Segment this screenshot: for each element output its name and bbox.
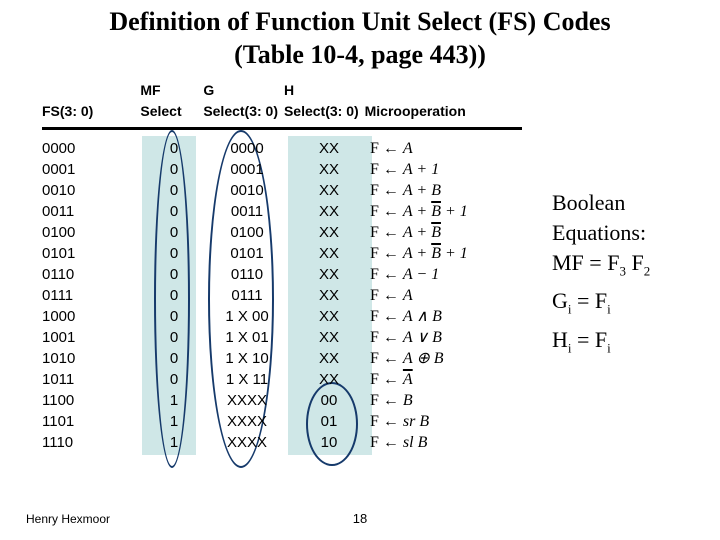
table-row: 11101XXXX10F←sl B: [42, 432, 710, 453]
microop: F←A ∨ B: [370, 327, 540, 348]
footer-page-number: 18: [0, 511, 720, 526]
microop: F←A: [370, 285, 540, 306]
microop: F←A + B + 1: [370, 201, 540, 222]
microop: F←A + 1: [370, 159, 540, 180]
table-row: 000000000XXF←A: [42, 138, 710, 159]
microop: F←A: [370, 138, 540, 159]
table-row: 011000110XXF←A − 1: [42, 264, 710, 285]
microop: F←A: [370, 369, 540, 390]
slide-title: Definition of Function Unit Select (FS) …: [0, 0, 720, 73]
table-rows: 000000000XXF←A 000100001XXF←A + 1 001000…: [42, 138, 710, 453]
microop: F←A ⊕ B: [370, 348, 540, 369]
microop: F←A ∧ B: [370, 306, 540, 327]
microop: F←A + B + 1: [370, 243, 540, 264]
table-row: 101001 X 10XXF←A ⊕ B: [42, 348, 710, 369]
table-row: 001100011XXF←A + B + 1: [42, 201, 710, 222]
microop: F←B: [370, 390, 540, 411]
table-row: 000100001XXF←A + 1: [42, 159, 710, 180]
microop: F←A − 1: [370, 264, 540, 285]
hdr-g-l1: G: [203, 82, 284, 98]
microop: F←A + B: [370, 222, 540, 243]
title-line-2: (Table 10-4, page 443)): [234, 40, 486, 69]
table-row: 001000010XXF←A + B: [42, 180, 710, 201]
hdr-mf-l2: Select: [140, 103, 203, 119]
hdr-h-l2: Select(3: 0): [284, 103, 365, 119]
title-line-1: Definition of Function Unit Select (FS) …: [109, 7, 610, 36]
table-area: 000000000XXF←A 000100001XXF←A + 1 001000…: [42, 138, 710, 453]
table-row: 11011XXXX01F←sr B: [42, 411, 710, 432]
table-row: 100001 X 00XXF←A ∧ B: [42, 306, 710, 327]
table-row: 010000100XXF←A + B: [42, 222, 710, 243]
hdr-mf-l1: MF: [140, 82, 203, 98]
microop: F←sr B: [370, 411, 540, 432]
slide-body: MF G H FS(3: 0) Select Select(3: 0) Sele…: [0, 73, 720, 453]
microop: F←A + B: [370, 180, 540, 201]
microop: F←sl B: [370, 432, 540, 453]
hdr-h-l1: H: [284, 82, 365, 98]
table-row: 100101 X 01XXF←A ∨ B: [42, 327, 710, 348]
table-row: 101101 X 11XXF←A: [42, 369, 710, 390]
table-row: 011100111XXF←A: [42, 285, 710, 306]
hdr-g-l2: Select(3: 0): [203, 103, 284, 119]
table-row: 010100101XXF←A + B + 1: [42, 243, 710, 264]
hdr-micro: Microoperation: [365, 103, 522, 119]
table-header: MF G H FS(3: 0) Select Select(3: 0) Sele…: [42, 79, 522, 130]
hdr-fs: FS(3: 0): [42, 103, 140, 119]
table-row: 11001XXXX00F←B: [42, 390, 710, 411]
